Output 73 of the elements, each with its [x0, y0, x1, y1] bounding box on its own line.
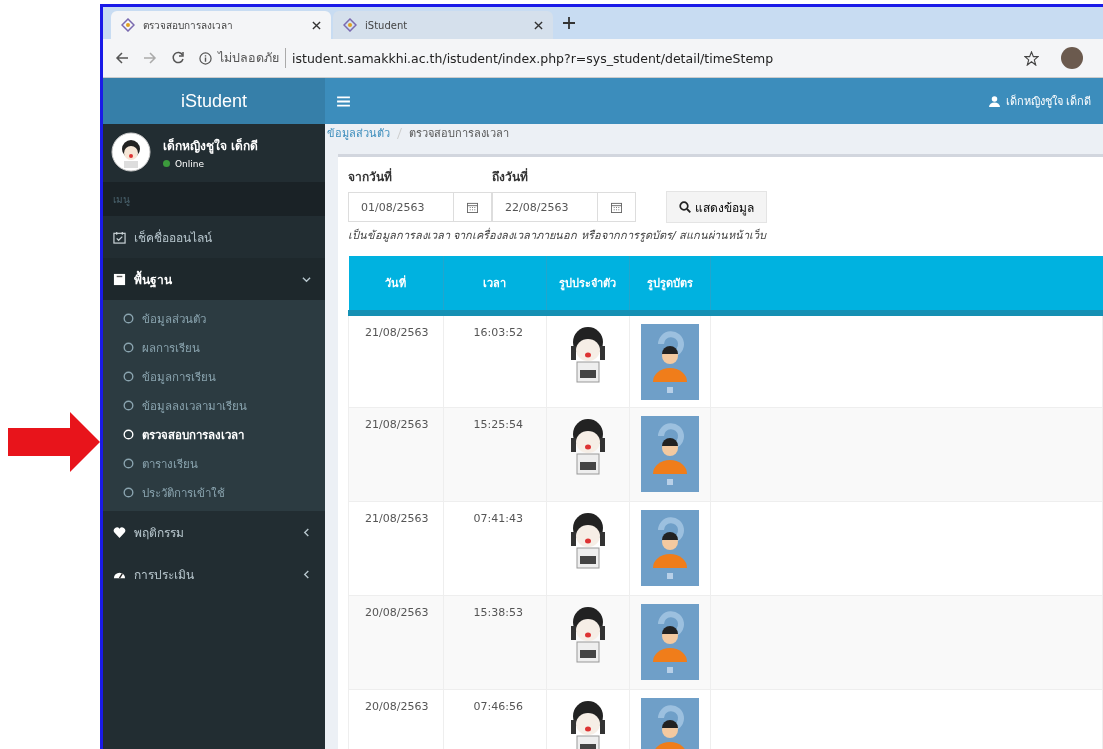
calendar-check-icon [113, 230, 126, 244]
menu-header: เมนู [113, 192, 130, 207]
from-date-field[interactable]: 01/08/2563 [348, 192, 454, 222]
date-cell: 21/08/2563 [365, 511, 429, 525]
diamond-icon [343, 18, 357, 32]
sidebar-item[interactable]: การประเมิน [103, 553, 325, 595]
column-header: รูปรูดบัตร [646, 277, 693, 290]
chevron-left-icon [302, 527, 311, 537]
calendar-icon [611, 201, 622, 213]
menu-icon[interactable] [337, 95, 350, 107]
date-cell: 20/08/2563 [365, 605, 429, 619]
circle-icon [123, 487, 134, 498]
back-arrow-icon[interactable] [115, 51, 129, 65]
submenu-item[interactable]: ข้อมูลการเรียน [103, 362, 325, 391]
sidebar-item[interactable]: พฤติกรรม [103, 511, 325, 553]
diamond-icon [121, 18, 135, 32]
time-cell: 07:41:43 [473, 511, 523, 525]
calendar-icon [467, 201, 478, 213]
calendar-button[interactable] [454, 192, 492, 222]
submenu-item[interactable]: ผลการเรียน [103, 333, 325, 362]
circle-icon [123, 458, 134, 469]
date-cell: 21/08/2563 [365, 417, 429, 431]
sidebar-item[interactable]: พื้นฐาน [103, 258, 325, 300]
online-status-dot [163, 160, 170, 167]
avatar-icon [111, 132, 151, 172]
security-label: ไม่ปลอดภัย [218, 48, 286, 68]
circle-icon [123, 371, 134, 382]
profile-avatar-icon[interactable] [1061, 47, 1083, 69]
circle-icon [123, 400, 134, 411]
time-cell: 16:03:52 [473, 326, 523, 339]
to-date-field[interactable]: 22/08/2563 [492, 192, 598, 222]
user-name: เด็กหญิงชูใจ เด็กดี [163, 137, 259, 155]
column-header: รูปประจำตัว [559, 277, 616, 290]
close-icon[interactable] [534, 20, 543, 30]
breadcrumb-current: ตรวจสอบการลงเวลา [409, 126, 509, 142]
submenu-item[interactable]: ข้อมูลลงเวลามาเรียน [103, 391, 325, 420]
from-date-label: จากวันที่ [348, 167, 393, 186]
circle-icon [123, 313, 134, 324]
circle-icon [123, 342, 134, 353]
column-header: เวลา [483, 277, 506, 290]
submenu-item[interactable]: ประวัติการเข้าใช้ [103, 478, 325, 507]
book-icon [113, 272, 126, 286]
info-icon [199, 51, 212, 65]
time-cell: 07:46:56 [473, 699, 523, 713]
user-menu[interactable]: เด็กหญิงชูใจ เด็กดี [988, 92, 1091, 110]
heart-icon [113, 525, 126, 539]
submenu-item[interactable]: ข้อมูลส่วนตัว [103, 304, 325, 333]
to-date-label: ถึงวันที่ [492, 167, 529, 186]
circle-icon [123, 429, 134, 440]
app-logo[interactable]: iStudent [103, 78, 325, 124]
reload-icon[interactable] [171, 51, 185, 65]
user-icon [988, 95, 1000, 107]
browser-tab[interactable]: iStudent [333, 11, 553, 39]
info-note: เป็นข้อมูลการลงเวลา จากเครื่องลงเวลาภายนอก หรือจากการรูดบัตร/ สแกนผ่านหน้าเว็บ [348, 226, 768, 244]
sidebar-item[interactable]: เช็คชื่อออนไลน์ [103, 216, 325, 258]
plus-icon[interactable] [563, 17, 575, 29]
search-icon [679, 201, 691, 213]
chevron-left-icon [302, 569, 311, 579]
status-text: Online [175, 158, 205, 169]
column-header: วันที่ [385, 277, 406, 290]
time-cell: 15:38:53 [473, 605, 523, 619]
close-icon[interactable] [312, 20, 321, 30]
date-cell: 20/08/2563 [365, 699, 429, 713]
url-text: istudent.samakkhi.ac.th/istudent/index.php?r=sys_student/detail/timeStemp [292, 50, 775, 66]
submenu-item[interactable]: ตรวจสอบการลงเวลา [103, 420, 325, 449]
star-icon[interactable] [1024, 50, 1039, 66]
show-data-button[interactable]: แสดงข้อมูล [666, 191, 767, 223]
calendar-button[interactable] [598, 192, 636, 222]
browser-tab[interactable]: ตรวจสอบการลงเวลา [111, 11, 331, 39]
time-cell: 15:25:54 [473, 417, 523, 431]
date-cell: 21/08/2563 [365, 326, 429, 339]
submenu-item[interactable]: ตารางเรียน [103, 449, 325, 478]
chevron-down-icon [302, 274, 311, 284]
